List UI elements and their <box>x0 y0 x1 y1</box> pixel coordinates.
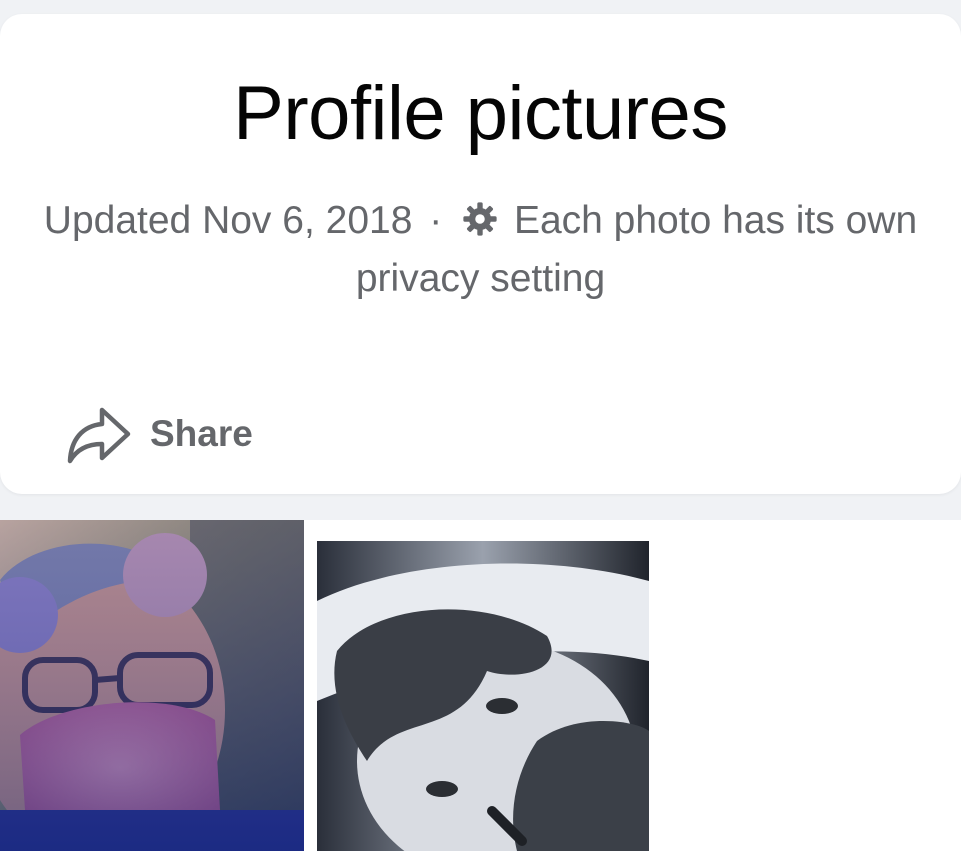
album-title: Profile pictures <box>233 71 728 156</box>
share-arrow-icon <box>66 404 132 464</box>
share-button[interactable]: Share <box>66 404 253 464</box>
album-header-card: Profile pictures Updated Nov 6, 2018 · E… <box>0 14 961 494</box>
album-meta: Updated Nov 6, 2018 · Each photo has its… <box>30 192 931 308</box>
profile-photo-thumbnail-1[interactable] <box>0 520 304 851</box>
photo-grid <box>0 520 961 851</box>
meta-separator: · <box>429 199 443 242</box>
gear-icon <box>461 197 499 236</box>
updated-date: Updated Nov 6, 2018 <box>43 199 413 242</box>
share-label: Share <box>150 413 253 454</box>
profile-photo-thumbnail-2[interactable] <box>317 541 649 851</box>
